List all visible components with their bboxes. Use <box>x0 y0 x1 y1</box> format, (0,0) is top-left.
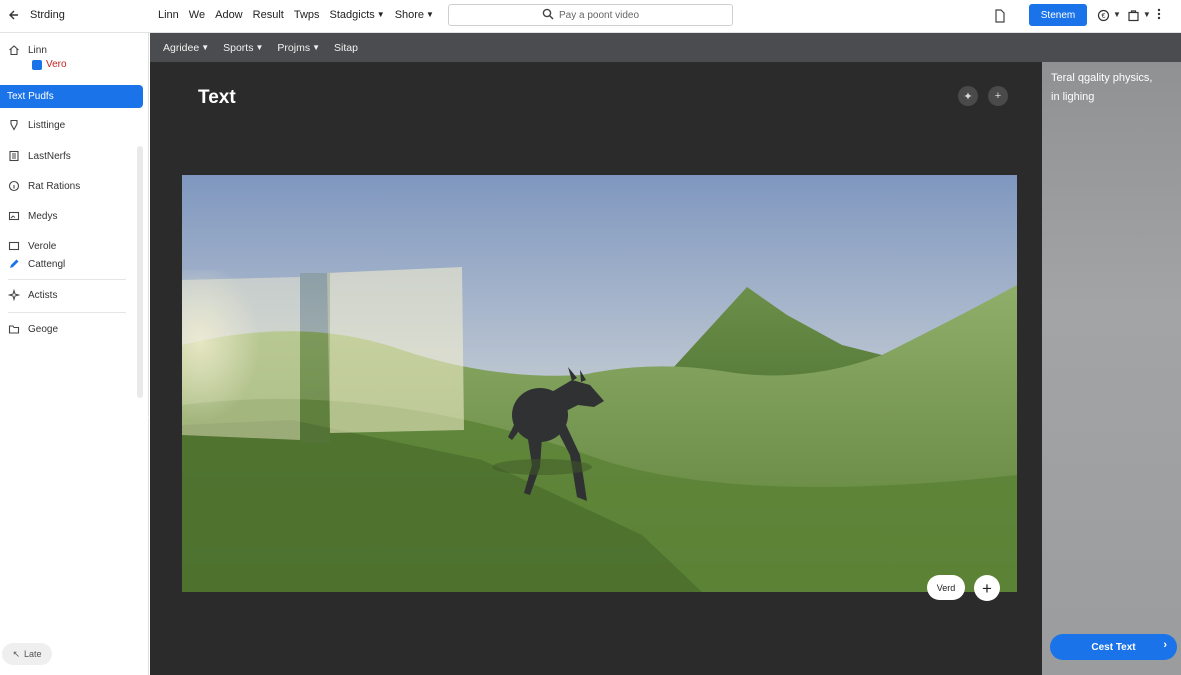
sidebar-item[interactable]: LastNerfs <box>8 150 71 162</box>
chevron-right-icon: › <box>1163 639 1167 651</box>
create-text-button[interactable]: Cest Text › <box>1050 634 1177 660</box>
sidebar-item-label: Geoge <box>28 323 59 335</box>
svg-text:€: € <box>1102 13 1106 20</box>
sidebar-item-label: LastNerfs <box>28 150 71 162</box>
sidebar-item-label: Cattengl <box>28 258 66 270</box>
sidebar: Linn Vero Text Pudfs Listtinge LastNerfs… <box>0 33 149 675</box>
collapse-handle[interactable] <box>143 411 149 423</box>
chevron-down-icon: ▼ <box>201 42 210 52</box>
sidebar-item-label: Linn <box>28 44 47 56</box>
folder-icon <box>8 323 20 335</box>
search-placeholder: Pay a poont video <box>558 9 640 21</box>
secondary-toolbar: Agridee ▼ Sports ▼ Projms ▼ Sitap <box>150 33 1181 62</box>
video-preview[interactable] <box>182 175 1017 592</box>
menu-label: Projms <box>277 41 311 54</box>
sidebar-item[interactable]: Actists <box>8 289 57 301</box>
sidebar-item[interactable]: Listtinge <box>8 119 65 131</box>
chevron-down-icon: ▼ <box>1142 10 1151 19</box>
chevron-down-icon: ▼ <box>1113 10 1121 19</box>
top-bar: Strding Linn We Adow Result Twps Stadgic… <box>0 0 1181 33</box>
create-text-label: Cest Text <box>1091 641 1136 653</box>
menu-dropdown[interactable]: Agridee ▼ <box>163 42 209 54</box>
sidebar-item[interactable]: Cattengl <box>8 258 65 270</box>
menu-label: Sports <box>223 41 254 54</box>
search-input[interactable]: Pay a poont video <box>448 4 733 26</box>
edit-icon <box>8 258 20 270</box>
nav-item[interactable]: Result <box>253 9 284 21</box>
info-circle-icon <box>8 180 20 192</box>
arrow-icon: ↖ <box>12 648 20 659</box>
sidebar-item-label: Verole <box>28 240 57 252</box>
chevron-down-icon: ▼ <box>426 10 434 19</box>
sidebar-item-label: Actists <box>28 289 58 301</box>
video-icon <box>8 240 20 252</box>
sidebar-subitem-label: Vero <box>46 59 67 70</box>
right-panel: Teral qgality physics, in lighing Cest T… <box>1042 62 1181 675</box>
sidebar-item-home[interactable]: Linn <box>8 44 47 56</box>
page-title: Text <box>198 87 236 108</box>
sidebar-item-label: Listtinge <box>28 119 66 131</box>
back-arrow-icon[interactable] <box>6 8 22 24</box>
chevron-down-icon: ▼ <box>376 10 385 19</box>
nav-item[interactable]: Adow <box>215 9 243 21</box>
menu-label: Agridee <box>163 41 200 54</box>
sidebar-footer-button[interactable]: ↖ Late <box>2 643 52 665</box>
search-icon <box>542 8 554 23</box>
add-icon[interactable]: + <box>988 86 1008 106</box>
nav-dropdown-label: Shore <box>394 9 425 21</box>
menu-dropdown[interactable]: Sports ▼ <box>223 42 263 54</box>
sidebar-item[interactable]: Medys <box>8 210 57 222</box>
sidebar-footer-label: Late <box>24 649 42 659</box>
top-icons: € ▼ ▼ <box>1097 8 1161 23</box>
list-icon <box>8 150 20 162</box>
nav-dropdown-label: Stadgicts <box>329 9 375 21</box>
panel-text-line: Teral qgality physics, <box>1051 72 1153 84</box>
tag-icon <box>8 119 20 131</box>
divider <box>8 279 126 280</box>
sidebar-item[interactable]: Verole <box>8 240 56 252</box>
top-nav: Linn We Adow Result Twps Stadgicts ▼ Shor… <box>158 9 434 21</box>
sidebar-item[interactable]: Rat Rations <box>8 180 80 192</box>
menu-dropdown[interactable]: Projms ▼ <box>277 42 320 54</box>
sparkle-icon <box>8 289 20 301</box>
nav-item[interactable]: Linn <box>158 9 179 21</box>
help-circle-icon[interactable]: € ▼ <box>1097 9 1121 22</box>
add-button[interactable]: + <box>974 575 1000 601</box>
sidebar-item-active[interactable]: Text Pudfs <box>0 85 143 108</box>
sidebar-scrollbar[interactable] <box>137 146 143 398</box>
nav-item[interactable]: We <box>189 9 205 21</box>
app-title: Strding <box>30 9 65 21</box>
sidebar-subitem[interactable]: Vero <box>32 59 67 70</box>
bag-icon[interactable]: ▼ <box>1127 9 1151 22</box>
main-content: Text ✦ + Verd + <box>150 62 1042 675</box>
verd-button[interactable]: Verd <box>927 575 965 600</box>
sparkle-icon[interactable]: ✦ <box>958 86 978 106</box>
flag-icon <box>32 59 42 70</box>
sidebar-item-label: Rat Rations <box>28 180 81 192</box>
sidebar-item[interactable]: Geoge <box>8 323 58 335</box>
sign-in-button[interactable]: Stenem <box>1029 4 1087 26</box>
divider <box>8 312 126 313</box>
document-icon[interactable] <box>993 8 1007 24</box>
panel-text-line: in lighing <box>1051 91 1095 103</box>
menu-item[interactable]: Sitap <box>334 42 358 54</box>
nav-dropdown[interactable]: Stadgicts ▼ <box>330 9 385 21</box>
nav-item[interactable]: Twps <box>294 9 320 21</box>
chevron-down-icon: ▼ <box>255 42 264 52</box>
more-vert-icon[interactable] <box>1157 8 1161 23</box>
home-icon <box>8 44 20 56</box>
chevron-down-icon: ▼ <box>312 42 320 52</box>
nav-dropdown[interactable]: Shore ▼ <box>395 9 434 21</box>
sidebar-item-label: Medys <box>28 210 58 222</box>
media-icon <box>8 210 20 222</box>
